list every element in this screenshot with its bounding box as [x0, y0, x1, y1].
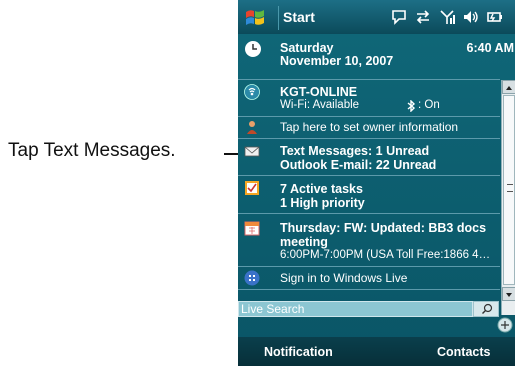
envelope-icon: [244, 146, 260, 157]
scroll-thumb[interactable]: [503, 95, 515, 285]
calendar-time: 6:00PM-7:00PM (USA Toll Free:1866 4…: [280, 249, 491, 261]
text-messages-link[interactable]: Text Messages: 1 Unread: [280, 144, 429, 158]
device-screen: Start Saturday November 10, 2007 6:40 AM…: [238, 0, 515, 366]
wifi-network: KGT-ONLINE: [280, 85, 358, 99]
date-full: November 10, 2007: [280, 54, 394, 68]
windows-live-icon: [244, 270, 260, 286]
owner-row[interactable]: Tap here to set owner information: [238, 116, 500, 139]
title-bar: Start: [238, 0, 515, 35]
owner-person-icon: [247, 121, 257, 134]
callout-label: Tap Text Messages.: [8, 140, 176, 161]
calendar-title-cont: meeting: [280, 235, 328, 249]
windows-live-row[interactable]: Sign in to Windows Live: [238, 267, 500, 290]
wifi-row[interactable]: KGT-ONLINE Wi-Fi: Available : On: [238, 79, 500, 117]
calendar-icon: [244, 221, 260, 236]
search-button[interactable]: [473, 301, 499, 317]
time-display: 6:40 AM: [466, 41, 514, 55]
date-day: Saturday: [280, 41, 334, 55]
wifi-icon: [244, 84, 260, 100]
notification-bubble-icon[interactable]: [390, 8, 408, 26]
battery-power-icon[interactable]: [486, 8, 504, 26]
calendar-row[interactable]: Thursday: FW: Updated: BB3 docs meeting …: [238, 214, 500, 267]
outlook-email-link[interactable]: Outlook E-mail: 22 Unread: [280, 158, 436, 172]
input-panel-icon[interactable]: [497, 317, 513, 333]
tasks-priority: 1 High priority: [280, 196, 365, 210]
tasks-count: 7 Active tasks: [280, 182, 363, 196]
scroll-up-icon: [506, 86, 512, 90]
windows-start-icon[interactable]: [244, 7, 266, 29]
scroll-down-arrow[interactable]: [502, 287, 515, 301]
scroll-grip: [507, 184, 513, 192]
scroll-up-arrow[interactable]: [502, 80, 515, 94]
softkey-bar: Notification Contacts: [238, 337, 515, 366]
today-screen: Saturday November 10, 2007 6:40 AM KGT-O…: [238, 34, 515, 366]
signal-strength-icon[interactable]: [438, 8, 456, 26]
clock-icon: [245, 41, 261, 57]
search-icon: [482, 303, 493, 314]
scroll-down-icon: [506, 293, 512, 297]
scrollbar[interactable]: [501, 80, 515, 315]
calendar-title: Thursday: FW: Updated: BB3 docs: [280, 221, 487, 235]
titlebar-divider: [278, 6, 279, 30]
tasks-checklist-icon: [245, 181, 259, 195]
owner-text: Tap here to set owner information: [280, 120, 459, 134]
volume-icon[interactable]: [462, 8, 480, 26]
contacts-softkey[interactable]: Contacts: [437, 345, 490, 359]
windows-live-text: Sign in to Windows Live: [280, 271, 408, 285]
bluetooth-icon: [407, 100, 416, 112]
live-search-input[interactable]: Live Search: [238, 301, 473, 317]
wifi-status: Wi-Fi: Available: [280, 99, 360, 111]
bluetooth-status: : On: [418, 99, 440, 111]
connectivity-arrows-icon[interactable]: [414, 8, 432, 26]
status-icons: [390, 6, 504, 28]
messages-row[interactable]: Text Messages: 1 Unread Outlook E-mail: …: [238, 139, 500, 176]
date-row[interactable]: Saturday November 10, 2007 6:40 AM: [238, 34, 514, 74]
start-label[interactable]: Start: [283, 9, 315, 25]
tasks-row[interactable]: 7 Active tasks 1 High priority: [238, 176, 500, 214]
notification-softkey[interactable]: Notification: [264, 345, 333, 359]
